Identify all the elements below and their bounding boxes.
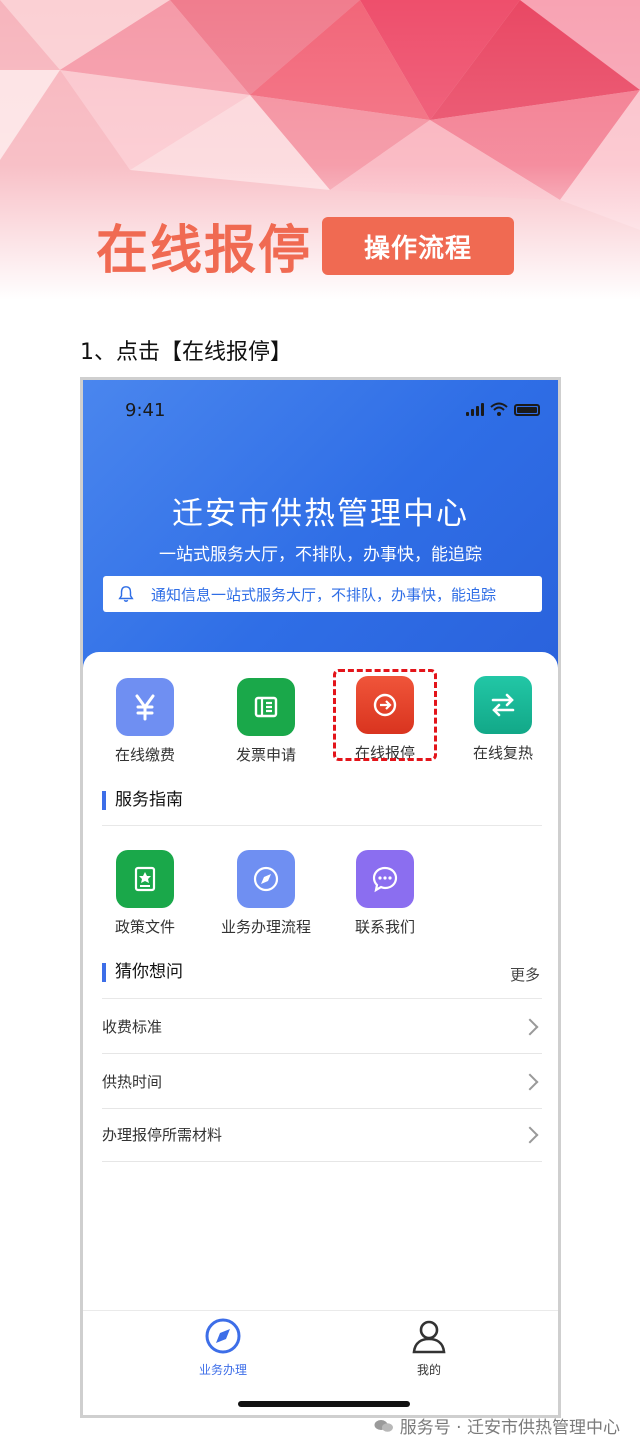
faq-question: 办理报停所需材料 [102, 1126, 223, 1144]
step-instruction: 1、点击【在线报停】 [80, 340, 292, 365]
service-label: 发票申请 [235, 746, 296, 764]
service-online-resume[interactable]: 在线复热 [448, 676, 558, 763]
watermark: 服务号 · 迁安市供热管理中心 [374, 1413, 620, 1438]
chevron-right-icon [521, 1073, 539, 1090]
bell-icon [118, 586, 134, 602]
faq-item[interactable]: 收费标准 [102, 1000, 542, 1054]
chat-icon [356, 850, 414, 908]
section-title-faq: 猜你想问 [102, 963, 183, 982]
more-link[interactable]: 更多 [510, 964, 540, 985]
document-icon [116, 850, 174, 908]
tab-label: 我的 [416, 1363, 441, 1377]
slogan: 一站式服务大厅，不排队，办事快，能追踪 [159, 545, 482, 565]
invoice-icon [237, 678, 295, 736]
compass-icon [237, 850, 295, 908]
guide-label: 政策文件 [114, 918, 175, 936]
chevron-right-icon [521, 1018, 539, 1035]
status-icons [466, 402, 540, 416]
faq-question: 收费标准 [102, 1018, 163, 1036]
user-icon [412, 1320, 446, 1354]
service-label: 在线复热 [472, 744, 533, 762]
wifi-icon [490, 402, 508, 416]
chevron-right-icon [521, 1126, 539, 1143]
notice-text: 通知信息一站式服务大厅，不排队，办事快，能追踪 [151, 585, 497, 604]
app-header: 9:41 迁安市供热管理中心 一站式服务大厅，不排队，办事快，能追踪 通知信息一… [83, 380, 558, 680]
page-title: 在线报停 [96, 221, 313, 281]
tab-mine[interactable]: 我的 [369, 1317, 489, 1378]
compass-icon [205, 1318, 241, 1354]
watermark-text: 服务号 · 迁安市供热管理中心 [399, 1418, 620, 1438]
center-name: 迁安市供热管理中心 [172, 496, 469, 532]
home-indicator [238, 1401, 410, 1407]
guide-business-process[interactable]: 业务办理流程 [204, 850, 328, 937]
guide-policy-documents[interactable]: 政策文件 [90, 850, 200, 937]
highlight-box [333, 669, 437, 761]
service-invoice-request[interactable]: 发票申请 [211, 678, 321, 765]
guide-label: 联系我们 [354, 918, 415, 936]
process-badge: 操作流程 [322, 217, 514, 275]
status-time: 9:41 [125, 400, 166, 421]
service-label: 在线缴费 [114, 746, 175, 764]
faq-item[interactable]: 供热时间 [102, 1055, 542, 1109]
section-title-guide: 服务指南 [102, 791, 183, 810]
notice-bar[interactable]: 通知信息一站式服务大厅，不排队，办事快，能追踪 [103, 576, 542, 612]
battery-icon [514, 404, 540, 416]
swap-icon [474, 676, 532, 734]
guide-label: 业务办理流程 [220, 918, 311, 936]
divider [102, 998, 542, 999]
faq-question: 供热时间 [102, 1073, 163, 1091]
wechat-icon [374, 1419, 393, 1432]
faq-item[interactable]: 办理报停所需材料 [102, 1108, 542, 1162]
bottom-tab-bar: 业务办理 我的 [83, 1310, 558, 1415]
tab-label: 业务办理 [198, 1363, 247, 1377]
service-online-payment[interactable]: 在线缴费 [90, 678, 200, 765]
signal-icon [466, 403, 484, 416]
phone-screenshot: 9:41 迁安市供热管理中心 一站式服务大厅，不排队，办事快，能追踪 通知信息一… [80, 377, 561, 1418]
tab-business[interactable]: 业务办理 [163, 1317, 283, 1378]
content-card: 在线缴费 发票申请 在线报停 在线复热 服务指南 政策文件 业务办理流程 联系我… [83, 652, 558, 1412]
guide-contact-us[interactable]: 联系我们 [330, 850, 440, 937]
yen-icon [116, 678, 174, 736]
divider [102, 825, 542, 826]
